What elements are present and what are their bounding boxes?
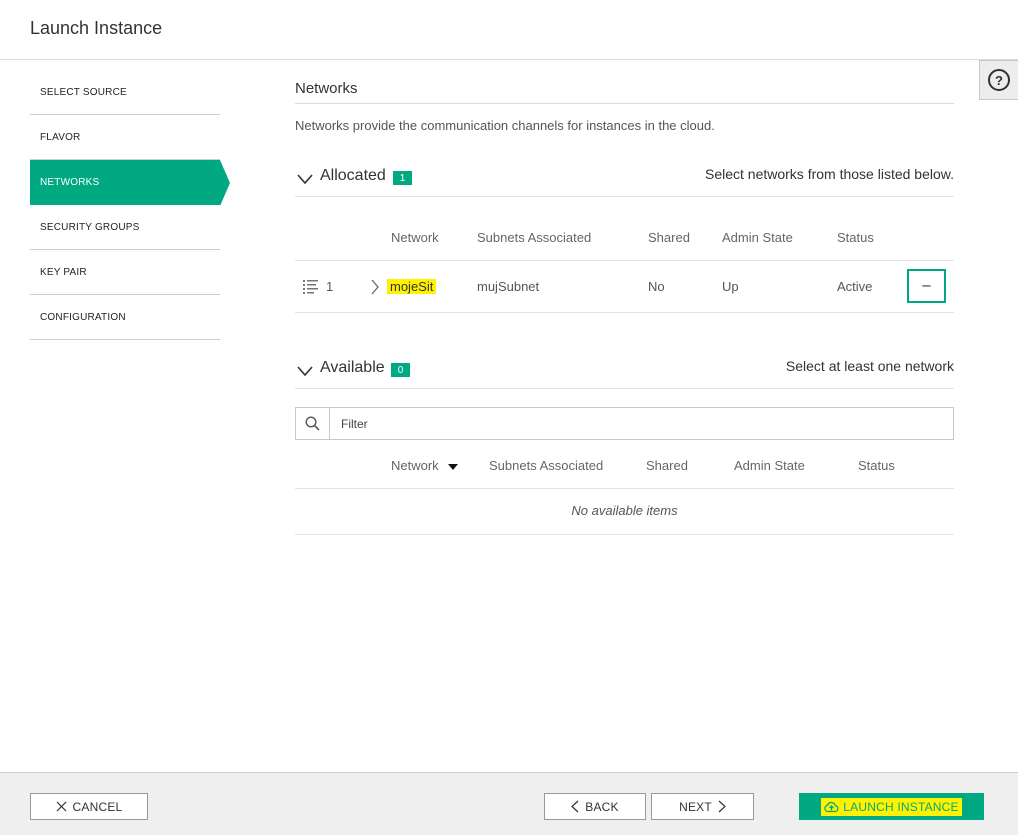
- row-shared: No: [648, 279, 665, 294]
- row-divider: [295, 260, 954, 261]
- filter-input[interactable]: [331, 408, 951, 439]
- launch-instance-highlight: LAUNCH INSTANCE: [821, 797, 962, 816]
- next-label: NEXT: [679, 799, 712, 814]
- step-security-groups[interactable]: SECURITY GROUPS: [30, 205, 220, 250]
- close-icon: [56, 801, 66, 812]
- step-key-pair[interactable]: KEY PAIR: [30, 250, 220, 295]
- col-shared[interactable]: Shared: [648, 230, 690, 245]
- filter-field: [295, 407, 954, 440]
- col-network-sortable[interactable]: Network: [391, 458, 459, 473]
- step-configuration[interactable]: CONFIGURATION: [30, 295, 220, 340]
- section-title: Networks: [295, 70, 954, 104]
- row-divider: [295, 312, 954, 313]
- step-networks[interactable]: NETWORKS: [30, 160, 230, 206]
- network-name-highlight: mojeSit: [387, 279, 437, 294]
- drag-handle-icon[interactable]: [303, 279, 319, 294]
- launch-instance-label: LAUNCH INSTANCE: [843, 799, 959, 814]
- next-button[interactable]: NEXT: [651, 793, 754, 820]
- col-subnets[interactable]: Subnets Associated: [477, 230, 591, 245]
- minus-icon: −: [921, 278, 932, 294]
- col-admin-state[interactable]: Admin State: [734, 458, 805, 473]
- sort-desc-icon: [448, 463, 459, 470]
- row-subnets: mujSubnet: [477, 279, 540, 294]
- col-shared[interactable]: Shared: [646, 458, 688, 473]
- row-order: 1: [326, 279, 334, 294]
- chevron-down-icon[interactable]: [297, 172, 313, 186]
- cancel-label: CANCEL: [72, 799, 123, 814]
- modal-footer: CANCEL BACK NEXT LAUNCH INSTANCE: [0, 772, 1018, 835]
- empty-state: No available items: [571, 503, 678, 518]
- search-icon: [296, 408, 330, 439]
- networks-panel: Networks Networks provide the communicat…: [295, 70, 954, 535]
- modal-title: Launch Instance: [30, 18, 163, 38]
- row-divider: [295, 534, 954, 535]
- help-button[interactable]: ?: [979, 60, 1018, 100]
- available-count-badge: 0: [391, 363, 410, 377]
- allocated-label: Allocated: [320, 167, 386, 184]
- available-header: Available 0 Select at least one network: [295, 357, 954, 389]
- col-admin-state[interactable]: Admin State: [722, 230, 793, 245]
- step-flavor[interactable]: FLAVOR: [30, 115, 220, 160]
- chevron-left-icon: [571, 800, 579, 813]
- col-status[interactable]: Status: [837, 230, 874, 245]
- allocated-header: Allocated 1 Select networks from those l…: [295, 165, 954, 197]
- wizard-steps-sidebar: SELECT SOURCE FLAVOR NETWORKS SECURITY G…: [30, 70, 230, 340]
- col-network-label: Network: [391, 458, 439, 473]
- row-divider: [295, 488, 954, 489]
- row-status: Active: [837, 279, 873, 294]
- allocated-count-badge: 1: [393, 171, 412, 185]
- remove-network-button[interactable]: −: [907, 269, 946, 303]
- cancel-button[interactable]: CANCEL: [30, 793, 148, 820]
- section-description: Networks provide the communication chann…: [295, 118, 715, 133]
- available-hint: Select at least one network: [785, 358, 954, 374]
- available-label: Available: [320, 359, 385, 376]
- modal-header: Launch Instance: [0, 0, 1018, 60]
- back-label: BACK: [585, 799, 619, 814]
- chevron-right-icon[interactable]: [370, 279, 380, 295]
- row-admin-state: Up: [722, 279, 739, 294]
- col-network[interactable]: Network: [391, 230, 439, 245]
- help-icon: ?: [988, 69, 1010, 91]
- col-status[interactable]: Status: [858, 458, 895, 473]
- back-button[interactable]: BACK: [544, 793, 646, 820]
- launch-instance-button[interactable]: LAUNCH INSTANCE: [799, 793, 984, 820]
- step-select-source[interactable]: SELECT SOURCE: [30, 70, 220, 115]
- cloud-upload-icon: [824, 801, 839, 812]
- allocated-hint: Select networks from those listed below.: [704, 166, 954, 182]
- row-network-name[interactable]: mojeSit: [387, 279, 437, 294]
- chevron-right-icon: [718, 800, 726, 813]
- col-subnets[interactable]: Subnets Associated: [489, 458, 603, 473]
- chevron-down-icon[interactable]: [297, 364, 313, 378]
